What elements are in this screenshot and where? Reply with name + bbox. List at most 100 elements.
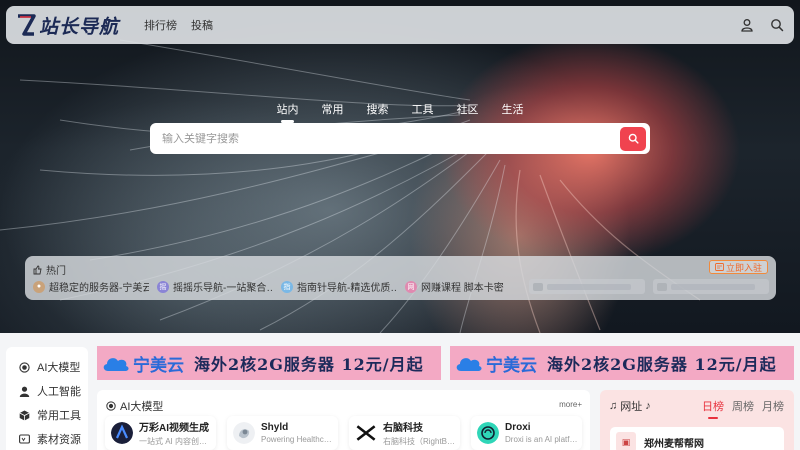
music-note-icon: ♫	[609, 400, 618, 412]
logo-z-icon	[18, 14, 36, 36]
search-icon[interactable]	[770, 18, 784, 32]
wancai-icon	[111, 422, 133, 444]
placeholder-bar	[547, 283, 631, 290]
droxi-icon	[477, 422, 499, 444]
hot-item[interactable]: 摇 摇摇乐导航-一站聚合…	[157, 279, 273, 294]
tab-community[interactable]: 社区	[445, 101, 490, 117]
site-card[interactable]: 万彩AI视频生成 一站式 AI 内容创…	[105, 416, 216, 450]
site-favicon: ●	[33, 280, 45, 293]
search-category-tabs: 站内 常用 搜索 工具 社区 生活	[0, 101, 800, 123]
card-name: Droxi	[505, 422, 531, 433]
cloud-icon	[456, 358, 482, 371]
hot-item[interactable]: ● 超稳定的服务器-宁美云	[33, 279, 149, 294]
ranking-header: ♫ 网址 ♪	[609, 398, 651, 414]
card-text: 万彩AI视频生成 一站式 AI 内容创…	[139, 419, 216, 447]
ranking-tabs: 日榜 周榜 月榜	[702, 398, 784, 419]
sidebar-item-label: 人工智能	[37, 386, 81, 398]
hot-sites-panel: 热门 立即入驻 ● 超稳定的服务器-宁美云 摇 摇摇乐导航-一站聚合… 指 指南…	[25, 256, 776, 300]
site-card[interactable]: 右脑科技 右脑科技（RightB…	[349, 416, 460, 450]
tab-life[interactable]: 生活	[490, 101, 535, 117]
ranking-title: 网址	[620, 401, 643, 413]
tab-search[interactable]: 搜索	[355, 101, 400, 117]
nav-submit-link[interactable]: 投稿	[191, 17, 213, 33]
sidebar-item-resources[interactable]: 素材资源	[6, 427, 88, 450]
shyld-icon	[233, 422, 255, 444]
ranking-item-icon: ▣	[616, 432, 636, 450]
hot-item[interactable]: 指 指南针导航-精选优质…	[281, 279, 397, 294]
banner-brand: 宁美云	[133, 355, 184, 376]
sidebar-item-label: 常用工具	[37, 410, 81, 422]
tab-daily[interactable]: 日榜	[702, 398, 724, 419]
top-nav: 排行榜 投稿	[144, 17, 213, 33]
card-name: 右脑科技	[383, 423, 423, 434]
tab-tools[interactable]: 工具	[400, 101, 445, 117]
hero-banner: 站长导航 排行榜 投稿 站内 常用 搜索 工具 社区 生活 输入关键字搜索 热门…	[0, 0, 800, 333]
sidebar-item-ai[interactable]: 人工智能	[6, 379, 88, 403]
top-navigation-bar: 站长导航 排行榜 投稿	[6, 6, 794, 44]
ad-banner[interactable]: 宁美云 海外2核2G服务器 12元/月起	[97, 346, 441, 380]
hot-item[interactable]: 网 网赚课程 脚本卡密	[405, 279, 521, 294]
ranking-panel: ♫ 网址 ♪ 日榜 周榜 月榜 ▣ 郑州麦帮帮网	[600, 390, 794, 450]
music-note-icon: ♪	[645, 400, 651, 412]
sidebar-item-label: AI大模型	[37, 362, 81, 374]
tab-common[interactable]: 常用	[310, 101, 355, 117]
card-desc: Droxi is an AI platf…	[505, 435, 578, 444]
panel-title: AI大模型	[120, 401, 164, 413]
user-icon	[19, 386, 30, 397]
hot-title: 热门	[33, 262, 66, 277]
tv-icon	[19, 433, 30, 444]
sidebar-item-label: 素材资源	[37, 434, 81, 446]
category-sidebar: AI大模型 人工智能 常用工具 素材资源	[6, 347, 88, 450]
join-label: 立即入驻	[725, 262, 762, 273]
card-name: 万彩AI视频生成	[139, 423, 209, 434]
logo-text: 站长导航	[39, 15, 120, 38]
thumbs-up-icon	[33, 265, 42, 274]
tab-monthly[interactable]: 月榜	[762, 398, 784, 414]
rightbrain-icon	[355, 422, 377, 444]
card-text: 右脑科技 右脑科技（RightB…	[383, 419, 460, 447]
card-desc: 一站式 AI 内容创…	[139, 437, 208, 446]
topbar-actions	[740, 18, 784, 32]
ranking-item[interactable]: ▣ 郑州麦帮帮网	[610, 427, 784, 450]
hot-item-label: 摇摇乐导航-一站聚合…	[173, 283, 273, 294]
card-desc: 右脑科技（RightB…	[383, 437, 456, 446]
category-panel: AI大模型 more+ 万彩AI视频生成 一站式 AI 内容创… Shyld P…	[97, 390, 590, 450]
hot-title-label: 热门	[46, 266, 66, 277]
join-icon	[715, 263, 724, 271]
site-cards: 万彩AI视频生成 一站式 AI 内容创… Shyld Powering Heal…	[105, 416, 582, 450]
search-input[interactable]	[162, 132, 620, 145]
site-favicon: 指	[281, 280, 293, 293]
hot-item-label: 指南针导航-精选优质…	[297, 283, 397, 294]
cube-icon	[19, 410, 30, 420]
site-favicon: 网	[405, 280, 417, 293]
sidebar-item-ai-models[interactable]: AI大模型	[6, 355, 88, 379]
site-card[interactable]: Shyld Powering Healthc…	[227, 416, 338, 450]
panel-header: AI大模型	[106, 398, 163, 414]
hot-item-placeholder	[653, 279, 769, 294]
search-button[interactable]	[620, 126, 646, 151]
hot-item-placeholder	[529, 279, 645, 294]
sidebar-item-tools[interactable]: 常用工具	[6, 403, 88, 427]
cloud-icon	[103, 358, 129, 371]
more-link[interactable]: more+	[559, 400, 582, 409]
user-icon[interactable]	[740, 18, 754, 32]
join-button[interactable]: 立即入驻	[708, 260, 768, 274]
card-name: Shyld	[261, 422, 289, 433]
card-text: Shyld Powering Healthc…	[261, 422, 338, 444]
site-logo[interactable]: 站长导航	[16, 12, 134, 39]
site-favicon: 摇	[157, 280, 169, 293]
site-card[interactable]: Droxi Droxi is an AI platf…	[471, 416, 582, 450]
nav-ranking-link[interactable]: 排行榜	[144, 17, 177, 33]
banner-text: 海外2核2G服务器 12元/月起	[194, 355, 424, 374]
ad-banner[interactable]: 宁美云 海外2核2G服务器 12元/月起	[450, 346, 794, 380]
tab-weekly[interactable]: 周榜	[732, 398, 754, 414]
banner-text: 海外2核2G服务器 12元/月起	[547, 355, 777, 374]
search-bar	[150, 123, 650, 154]
hot-items-list: ● 超稳定的服务器-宁美云 摇 摇摇乐导航-一站聚合… 指 指南针导航-精选优质…	[33, 279, 769, 294]
main-content: AI大模型 人工智能 常用工具 素材资源 宁美云 海外2核2G服务器 12元/月…	[0, 333, 800, 450]
placeholder-bar	[671, 283, 755, 290]
search-icon	[628, 133, 639, 144]
hot-item-label: 网赚课程 脚本卡密	[421, 283, 504, 294]
radio-icon	[19, 361, 30, 373]
tab-site[interactable]: 站内	[265, 101, 310, 123]
